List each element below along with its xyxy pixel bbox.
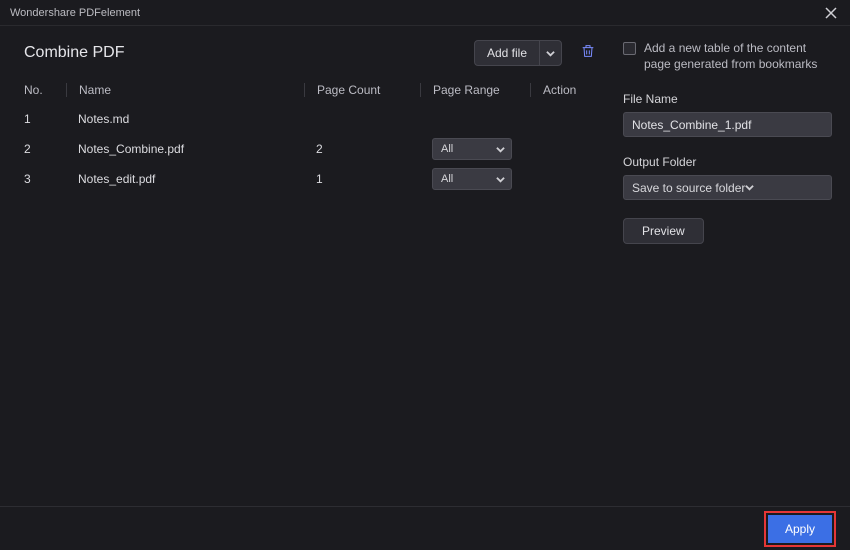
title-bar: Wondershare PDFelement xyxy=(0,0,850,26)
table-row[interactable]: 1Notes.md xyxy=(24,104,596,134)
output-folder-value: Save to source folder xyxy=(632,181,745,195)
col-action: Action xyxy=(530,83,596,97)
cell-name: Notes_Combine.pdf xyxy=(66,142,304,156)
toc-checkbox-label: Add a new table of the content page gene… xyxy=(644,40,832,72)
add-file-dropdown-button[interactable] xyxy=(539,41,561,65)
cell-page-count: 2 xyxy=(304,142,420,156)
apply-highlight: Apply xyxy=(764,511,836,547)
col-page-range: Page Range xyxy=(420,83,530,97)
table-header: No. Name Page Count Page Range Action xyxy=(24,76,596,104)
cell-no: 1 xyxy=(24,112,66,126)
page-title: Combine PDF xyxy=(24,44,124,62)
cell-name: Notes_edit.pdf xyxy=(66,172,304,186)
table-row[interactable]: 3Notes_edit.pdf1 All xyxy=(24,164,596,194)
add-file-button[interactable]: Add file xyxy=(475,41,539,65)
col-no: No. xyxy=(24,83,66,97)
output-folder-label: Output Folder xyxy=(623,155,832,169)
col-name: Name xyxy=(66,83,304,97)
footer: Apply xyxy=(0,506,850,550)
apply-button[interactable]: Apply xyxy=(768,515,832,543)
cell-no: 3 xyxy=(24,172,66,186)
page-range-select[interactable]: All xyxy=(432,168,512,190)
toc-checkbox[interactable] xyxy=(623,42,636,55)
settings-panel: Add a new table of the content page gene… xyxy=(610,26,850,506)
table-body: 1Notes.md2Notes_Combine.pdf2All3Notes_ed… xyxy=(24,104,596,194)
output-folder-select[interactable]: Save to source folder xyxy=(623,175,832,200)
close-icon[interactable] xyxy=(822,4,840,22)
chevron-down-icon xyxy=(496,175,505,184)
file-name-input[interactable] xyxy=(623,112,832,137)
trash-icon[interactable] xyxy=(580,43,596,64)
col-page-count: Page Count xyxy=(304,83,420,97)
cell-page-range: All xyxy=(420,138,530,160)
page-range-select[interactable]: All xyxy=(432,138,512,160)
cell-no: 2 xyxy=(24,142,66,156)
cell-page-count: 1 xyxy=(304,172,420,186)
chevron-down-icon xyxy=(496,145,505,154)
file-name-label: File Name xyxy=(623,92,832,106)
cell-page-range: All xyxy=(420,168,530,190)
file-list-panel: Combine PDF Add file No. Name Page Count… xyxy=(0,26,610,506)
app-title: Wondershare PDFelement xyxy=(10,7,140,19)
preview-button[interactable]: Preview xyxy=(623,218,704,244)
table-row[interactable]: 2Notes_Combine.pdf2 All xyxy=(24,134,596,164)
chevron-down-icon xyxy=(745,183,754,192)
add-file-button-group: Add file xyxy=(474,40,562,66)
cell-name: Notes.md xyxy=(66,112,304,126)
